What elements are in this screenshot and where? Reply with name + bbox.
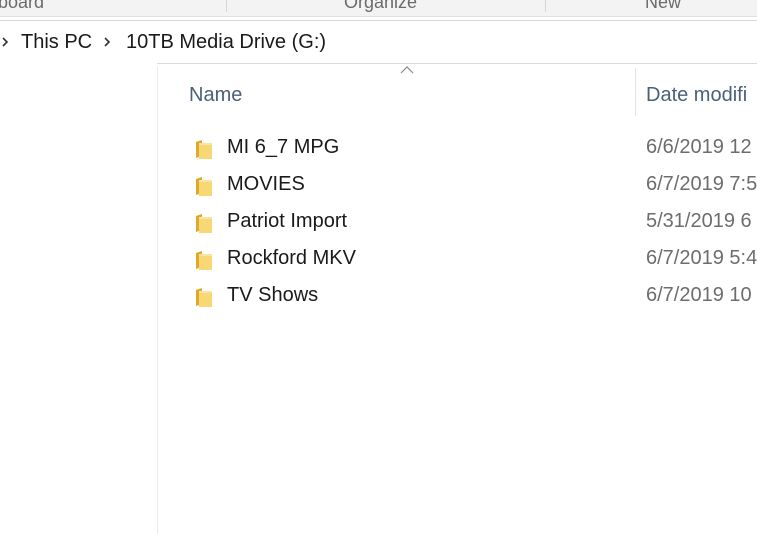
chevron-right-icon[interactable] bbox=[102, 37, 112, 47]
address-bar[interactable]: This PC 10TB Media Drive (G:) bbox=[0, 20, 757, 64]
list-item[interactable]: TV Shows 6/7/2019 10 bbox=[180, 278, 757, 315]
breadcrumb-this-pc[interactable]: This PC bbox=[21, 31, 92, 54]
file-date-modified: 5/31/2019 6 bbox=[646, 210, 752, 232]
column-header-name-label: Name bbox=[189, 84, 243, 106]
folder-icon bbox=[196, 251, 212, 270]
navigation-pane[interactable] bbox=[0, 63, 157, 534]
chevron-right-icon[interactable] bbox=[0, 37, 10, 47]
list-item[interactable]: MOVIES 6/7/2019 7:5 bbox=[180, 167, 757, 204]
folder-icon bbox=[196, 288, 212, 307]
file-date-modified: 6/7/2019 5:4 bbox=[646, 247, 757, 269]
column-header-name[interactable]: Name bbox=[180, 63, 635, 117]
ribbon-group-organize: Organize bbox=[344, 0, 418, 12]
file-name: MI 6_7 MPG bbox=[227, 136, 340, 158]
ribbon-separator bbox=[545, 0, 546, 12]
folder-icon bbox=[196, 140, 212, 159]
nav-pane-divider[interactable] bbox=[157, 66, 158, 534]
file-name: TV Shows bbox=[227, 284, 319, 306]
file-name: MOVIES bbox=[227, 173, 305, 195]
file-date-modified: 6/7/2019 10 bbox=[646, 284, 752, 306]
ribbon-separator bbox=[226, 0, 227, 12]
breadcrumb-current-drive[interactable]: 10TB Media Drive (G:) bbox=[126, 31, 326, 54]
folder-icon bbox=[196, 214, 212, 233]
column-header-date-label: Date modifi bbox=[646, 84, 748, 106]
column-header-date-modified[interactable]: Date modifi bbox=[636, 63, 757, 117]
file-name: Rockford MKV bbox=[227, 247, 356, 269]
file-date-modified: 6/7/2019 7:5 bbox=[646, 173, 757, 195]
ribbon-group-clipboard: board bbox=[0, 0, 45, 12]
folder-icon bbox=[196, 177, 212, 196]
ribbon-group-new: New bbox=[645, 0, 682, 12]
file-name: Patriot Import bbox=[227, 210, 348, 232]
ribbon-group-labels: board Organize New bbox=[0, 0, 757, 17]
list-item[interactable]: Rockford MKV 6/7/2019 5:4 bbox=[180, 241, 757, 278]
file-date-modified: 6/6/2019 12 bbox=[646, 136, 752, 158]
list-item[interactable]: MI 6_7 MPG 6/6/2019 12 bbox=[180, 130, 757, 167]
list-item[interactable]: Patriot Import 5/31/2019 6 bbox=[180, 204, 757, 241]
